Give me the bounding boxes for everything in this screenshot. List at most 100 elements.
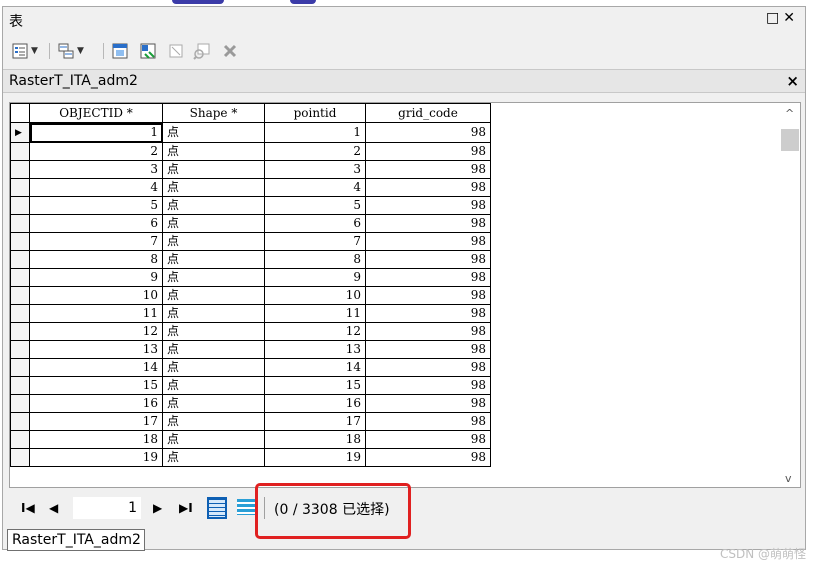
row-selector[interactable] (10, 286, 30, 305)
cell-grid-code[interactable]: 98 (365, 286, 491, 305)
cell-objectid[interactable]: 5 (29, 196, 163, 215)
cell-grid-code[interactable]: 98 (365, 232, 491, 251)
cell-shape[interactable]: 点 (162, 286, 265, 305)
first-record-button[interactable]: I◀ (21, 501, 35, 515)
show-selected-records-icon[interactable] (237, 499, 257, 515)
cell-shape[interactable]: 点 (162, 448, 265, 467)
cell-objectid[interactable]: 2 (29, 142, 163, 161)
cell-shape[interactable]: 点 (162, 232, 265, 251)
table-tab-bottom[interactable]: RasterT_ITA_adm2 (7, 529, 145, 551)
table-row[interactable]: 18 点 18 98 (10, 430, 491, 449)
table-row[interactable]: 6 点 6 98 (10, 214, 491, 233)
cell-grid-code[interactable]: 98 (365, 142, 491, 161)
cell-shape[interactable]: 点 (162, 122, 265, 143)
cell-grid-code[interactable]: 98 (365, 160, 491, 179)
cell-shape[interactable]: 点 (162, 340, 265, 359)
table-row[interactable]: 10 点 10 98 (10, 286, 491, 305)
switch-selection-button[interactable] (139, 41, 157, 61)
cell-pointid[interactable]: 4 (264, 178, 366, 197)
cell-grid-code[interactable]: 98 (365, 448, 491, 467)
delete-selected-button[interactable] (221, 41, 239, 61)
column-header-grid-code[interactable]: grid_code (365, 103, 491, 123)
cell-grid-code[interactable]: 98 (365, 268, 491, 287)
table-row[interactable]: 7 点 7 98 (10, 232, 491, 251)
scroll-up-icon[interactable]: ^ (785, 107, 794, 120)
cell-shape[interactable]: 点 (162, 196, 265, 215)
table-row[interactable]: 17 点 17 98 (10, 412, 491, 431)
cell-pointid[interactable]: 9 (264, 268, 366, 287)
cell-shape[interactable]: 点 (162, 142, 265, 161)
table-tab-title[interactable]: RasterT_ITA_adm2 (9, 73, 138, 89)
cell-pointid[interactable]: 13 (264, 340, 366, 359)
table-row[interactable]: 8 点 8 98 (10, 250, 491, 269)
table-row[interactable]: 16 点 16 98 (10, 394, 491, 413)
cell-objectid[interactable]: 3 (29, 160, 163, 179)
cell-pointid[interactable]: 18 (264, 430, 366, 449)
cell-shape[interactable]: 点 (162, 214, 265, 233)
row-selector[interactable] (10, 142, 30, 161)
cell-shape[interactable]: 点 (162, 394, 265, 413)
row-header-corner[interactable] (10, 103, 30, 123)
table-row[interactable]: 2 点 2 98 (10, 142, 491, 161)
previous-record-button[interactable]: ◀ (49, 501, 58, 515)
cell-objectid[interactable]: 17 (29, 412, 163, 431)
next-record-button[interactable]: ▶ (153, 501, 162, 515)
cell-grid-code[interactable]: 98 (365, 358, 491, 377)
table-row[interactable]: 3 点 3 98 (10, 160, 491, 179)
current-record-input[interactable]: 1 (73, 497, 141, 519)
row-selector[interactable] (10, 394, 30, 413)
last-record-button[interactable]: ▶I (179, 501, 193, 515)
cell-objectid[interactable]: 8 (29, 250, 163, 269)
row-selector[interactable] (10, 322, 30, 341)
cell-grid-code[interactable]: 98 (365, 304, 491, 323)
cell-objectid[interactable]: 1 (29, 122, 163, 143)
cell-pointid[interactable]: 8 (264, 250, 366, 269)
cell-pointid[interactable]: 12 (264, 322, 366, 341)
cell-pointid[interactable]: 19 (264, 448, 366, 467)
cell-shape[interactable]: 点 (162, 268, 265, 287)
cell-shape[interactable]: 点 (162, 376, 265, 395)
cell-grid-code[interactable]: 98 (365, 376, 491, 395)
close-icon[interactable]: × (786, 72, 799, 90)
cell-grid-code[interactable]: 98 (365, 412, 491, 431)
row-selector[interactable] (10, 268, 30, 287)
cell-grid-code[interactable]: 98 (365, 196, 491, 215)
cell-grid-code[interactable]: 98 (365, 394, 491, 413)
cell-shape[interactable]: 点 (162, 322, 265, 341)
table-row[interactable]: 11 点 11 98 (10, 304, 491, 323)
cell-shape[interactable]: 点 (162, 250, 265, 269)
table-row[interactable]: 4 点 4 98 (10, 178, 491, 197)
cell-objectid[interactable]: 11 (29, 304, 163, 323)
row-selector[interactable] (10, 214, 30, 233)
cell-shape[interactable]: 点 (162, 178, 265, 197)
vertical-scrollbar[interactable]: ^ v (780, 103, 800, 487)
cell-grid-code[interactable]: 98 (365, 122, 491, 143)
row-selector[interactable] (10, 304, 30, 323)
row-selector[interactable] (10, 448, 30, 467)
cell-pointid[interactable]: 2 (264, 142, 366, 161)
cell-objectid[interactable]: 12 (29, 322, 163, 341)
table-row[interactable]: 12 点 12 98 (10, 322, 491, 341)
cell-shape[interactable]: 点 (162, 358, 265, 377)
cell-grid-code[interactable]: 98 (365, 250, 491, 269)
zoom-to-selected-button[interactable] (193, 41, 211, 61)
related-tables-button[interactable]: ▼ (57, 41, 84, 61)
show-all-records-icon[interactable] (207, 497, 227, 519)
cell-pointid[interactable]: 7 (264, 232, 366, 251)
cell-pointid[interactable]: 6 (264, 214, 366, 233)
cell-shape[interactable]: 点 (162, 430, 265, 449)
table-options-button[interactable]: ▼ (11, 41, 38, 61)
scroll-thumb[interactable] (781, 129, 799, 151)
cell-grid-code[interactable]: 98 (365, 214, 491, 233)
cell-shape[interactable]: 点 (162, 412, 265, 431)
cell-pointid[interactable]: 14 (264, 358, 366, 377)
cell-pointid[interactable]: 15 (264, 376, 366, 395)
row-selector[interactable] (10, 340, 30, 359)
row-selector[interactable] (10, 160, 30, 179)
table-row[interactable]: 13 点 13 98 (10, 340, 491, 359)
row-selector[interactable] (10, 412, 30, 431)
cell-objectid[interactable]: 15 (29, 376, 163, 395)
table-row[interactable]: 15 点 15 98 (10, 376, 491, 395)
cell-grid-code[interactable]: 98 (365, 178, 491, 197)
cell-objectid[interactable]: 10 (29, 286, 163, 305)
